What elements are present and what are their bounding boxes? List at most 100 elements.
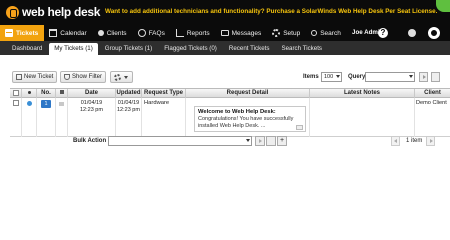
tab-group-tickets[interactable]: Group Tickets (1) [100, 43, 157, 55]
bulk-action-select[interactable] [108, 136, 252, 146]
edit-button[interactable] [266, 136, 276, 146]
ticket-number-badge[interactable]: 1 [41, 100, 51, 108]
items-per-page-select[interactable]: 100 [321, 72, 342, 82]
nav-label: Messages [231, 29, 262, 37]
nav-calendar[interactable]: Calendar [44, 25, 92, 41]
previous-page-button[interactable] [391, 136, 400, 146]
top-banner: web help desk Want to add additional tec… [0, 0, 450, 25]
ticket-toolbar: New Ticket Show Filter Items 100 Query [0, 66, 450, 84]
search-icon [311, 30, 318, 36]
tab-dashboard[interactable]: Dashboard [7, 43, 47, 55]
header-no[interactable]: No. [37, 89, 56, 98]
show-filter-label: Show Filter [72, 74, 103, 80]
table-footer: Bulk Action + 1 item [0, 136, 450, 148]
header-latest-notes[interactable]: Latest Notes [310, 89, 415, 98]
user-profile-icon[interactable] [408, 29, 416, 37]
date-value: 01/04/19 12:23 pm [80, 100, 103, 113]
nav-faqs[interactable]: FAQs [133, 25, 171, 41]
header-updated[interactable]: Updated [116, 89, 142, 98]
clients-icon [97, 30, 104, 36]
tab-flagged-tickets[interactable]: Flagged Tickets (0) [159, 43, 222, 55]
nav-label: Tickets [16, 29, 39, 37]
bulk-action-label: Bulk Action [73, 138, 107, 144]
header-date[interactable]: Date [68, 89, 116, 98]
logo-mark-icon [6, 5, 19, 19]
status-dot-icon [27, 91, 31, 94]
updated-value: 01/04/19 12:23 pm [117, 100, 140, 113]
logo-text: web help desk [22, 5, 101, 19]
request-type-value: Hardware [144, 100, 170, 106]
row-request-type-cell: Hardware [142, 98, 186, 137]
nav-search[interactable]: Search [306, 25, 347, 41]
refresh-button[interactable] [431, 72, 440, 82]
tab-recent-tickets[interactable]: Recent Tickets [224, 43, 275, 55]
items-per-page-value: 100 [324, 74, 334, 80]
flag-icon [59, 90, 64, 94]
select-all-checkbox[interactable] [13, 90, 19, 96]
header-client[interactable]: Client [415, 89, 450, 98]
nav-label: Reports [186, 29, 210, 37]
row-client-cell: Demo Client [415, 98, 450, 137]
play-icon [259, 139, 262, 143]
new-ticket-icon [16, 74, 22, 80]
row-latest-notes-cell [310, 98, 415, 137]
nav-tickets[interactable]: Tickets [0, 25, 45, 41]
ticket-subtabs: Dashboard My Tickets (1) Group Tickets (… [0, 41, 450, 55]
new-ticket-button[interactable]: New Ticket [12, 71, 58, 83]
help-icon[interactable]: ? [378, 28, 388, 38]
faq-icon [137, 29, 146, 37]
nav-setup[interactable]: Setup [267, 25, 306, 41]
items-label: Items [303, 74, 319, 80]
nav-label: Calendar [60, 29, 87, 37]
query-select[interactable] [365, 72, 415, 82]
nav-reports[interactable]: Reports [171, 25, 216, 41]
add-button[interactable]: + [277, 136, 287, 146]
nav-label: Setup [283, 29, 301, 37]
tab-search-tickets[interactable]: Search Tickets [276, 43, 327, 55]
chevron-right-icon [430, 139, 433, 143]
apply-bulk-action-button[interactable] [255, 136, 265, 146]
updated-date-line: 01/04/19 [117, 100, 140, 106]
gear-icon[interactable] [428, 27, 440, 39]
chevron-left-icon [394, 139, 397, 143]
new-ticket-label: New Ticket [24, 74, 54, 80]
license-promo-link[interactable]: Want to add additional technicians and f… [105, 8, 437, 15]
header-request-type[interactable]: Request Type [142, 89, 186, 98]
row-flag-cell [56, 98, 68, 137]
request-detail-preview[interactable]: Welcome to Web Help Desk: Congratulation… [194, 106, 306, 132]
expand-detail-button[interactable] [296, 125, 303, 130]
chevron-down-icon [124, 75, 128, 79]
reports-icon [175, 29, 184, 37]
nav-messages[interactable]: Messages [216, 25, 268, 41]
messages-icon [220, 30, 229, 36]
flag-icon[interactable] [59, 102, 64, 106]
time-line: 12:23 pm [80, 106, 103, 113]
row-checkbox[interactable] [13, 100, 19, 106]
dot-column-header [22, 89, 37, 98]
tab-my-tickets[interactable]: My Tickets (1) [49, 43, 98, 55]
nav-label: Search [320, 29, 341, 37]
next-page-button[interactable] [426, 136, 435, 146]
status-indicator-icon [436, 0, 450, 12]
table-header: No. Date Updated Request Type Request De… [10, 88, 450, 98]
header-request-detail[interactable]: Request Detail [186, 89, 310, 98]
nav-clients[interactable]: Clients [93, 25, 133, 41]
settings-dropdown-button[interactable] [110, 71, 133, 83]
updated-time-line: 12:23 pm [117, 106, 140, 113]
unread-dot-icon [27, 101, 32, 106]
row-status-cell [22, 98, 37, 137]
run-query-button[interactable] [419, 72, 428, 82]
row-updated-cell: 01/04/19 12:23 pm [116, 98, 142, 137]
chevron-down-icon [336, 75, 340, 78]
flag-column-header[interactable] [56, 89, 68, 98]
show-filter-button[interactable]: Show Filter [60, 71, 107, 83]
setup-icon [272, 29, 281, 37]
app-logo[interactable]: web help desk [6, 4, 100, 20]
chevron-down-icon [409, 75, 413, 78]
client-link[interactable]: Demo Client [416, 100, 447, 106]
item-count: 1 item [406, 138, 423, 144]
select-all-column [10, 89, 22, 98]
row-date-cell: 01/04/19 12:23 pm [68, 98, 116, 137]
nav-label: FAQs [148, 29, 165, 37]
nav-label: Clients [106, 29, 127, 37]
